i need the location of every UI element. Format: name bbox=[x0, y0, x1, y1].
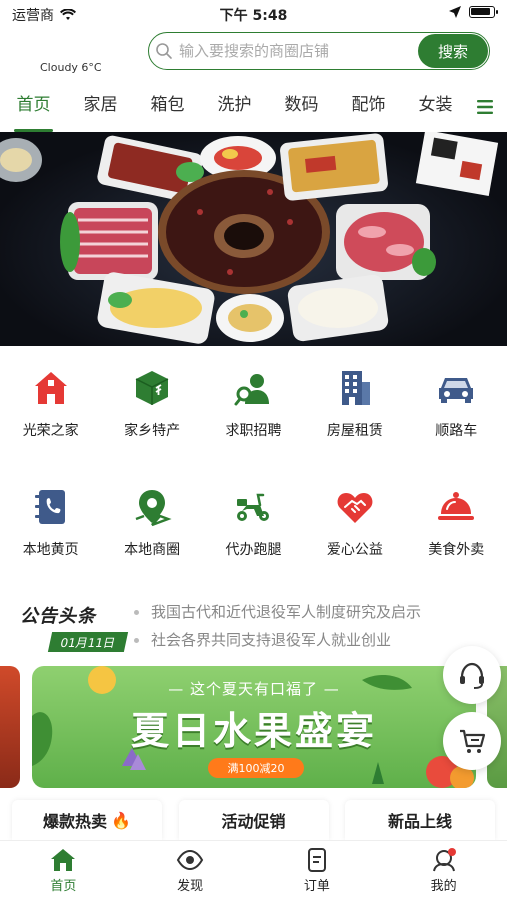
map-pin-icon bbox=[130, 485, 174, 529]
nav-label: 首页 bbox=[50, 878, 77, 894]
more-categories-icon[interactable] bbox=[463, 82, 507, 132]
service-label: 房屋租赁 bbox=[326, 423, 383, 439]
headset-icon bbox=[460, 662, 484, 689]
tab-home-furnishing[interactable]: 家居 bbox=[67, 82, 134, 132]
nav-orders[interactable]: 订单 bbox=[254, 841, 381, 900]
service-charity[interactable]: 爱心公益 bbox=[304, 485, 405, 559]
battery-icon bbox=[469, 6, 498, 18]
clock: 下午 5:48 bbox=[219, 8, 288, 24]
service-local-business[interactable]: 本地商圈 bbox=[101, 485, 202, 559]
service-label: 求职招聘 bbox=[225, 423, 282, 439]
scooter-icon bbox=[231, 485, 275, 529]
bottom-nav: 首页 发现 订单 我的 bbox=[0, 840, 507, 900]
order-icon bbox=[307, 847, 326, 872]
shopping-cart-icon bbox=[460, 729, 486, 753]
search-bar[interactable]: 搜索 bbox=[148, 32, 490, 70]
user-icon bbox=[432, 847, 456, 871]
service-house-rental[interactable]: 房屋租赁 bbox=[304, 366, 405, 440]
nav-home[interactable]: 首页 bbox=[0, 841, 127, 900]
status-right bbox=[449, 6, 498, 18]
status-bar: 运营商 下午 5:48 bbox=[0, 0, 507, 28]
promo-prev-slide[interactable] bbox=[0, 666, 20, 788]
section-promotions[interactable]: 活动促销 bbox=[178, 800, 329, 840]
car-icon bbox=[434, 366, 478, 410]
services-row-2: 本地黄页 本地商圈 代办跑腿 爱心公益 美食外卖 bbox=[0, 485, 507, 559]
hero-banner[interactable] bbox=[0, 132, 507, 346]
tab-home[interactable]: 首页 bbox=[0, 82, 67, 132]
section-label: 新品上线 bbox=[387, 812, 452, 831]
package-icon bbox=[130, 366, 174, 410]
notice-title: 公告头条 bbox=[20, 606, 96, 627]
building-icon bbox=[333, 366, 377, 410]
search-icon bbox=[149, 42, 179, 60]
eye-icon bbox=[176, 849, 204, 870]
bullet-icon bbox=[134, 637, 139, 643]
nav-label: 订单 bbox=[303, 878, 330, 894]
notice-item[interactable]: 社会各界共同支持退役军人就业创业 bbox=[134, 626, 421, 654]
location-arrow-icon bbox=[449, 6, 461, 18]
category-tabs: 首页 家居 箱包 洗护 数码 配饰 女装 bbox=[0, 82, 507, 132]
promo-banner[interactable]: — 这个夏天有口福了 — 夏日水果盛宴 满100减20 bbox=[32, 666, 476, 788]
service-errands[interactable]: 代办跑腿 bbox=[203, 485, 304, 559]
tab-accessories[interactable]: 配饰 bbox=[335, 82, 402, 132]
service-honor-home[interactable]: 光荣之家 bbox=[0, 366, 101, 440]
service-job-recruitment[interactable]: 求职招聘 bbox=[203, 366, 304, 440]
fire-icon: 🔥 bbox=[111, 810, 131, 830]
section-hot-sale[interactable]: 爆款热卖 🔥 bbox=[12, 800, 162, 840]
bullet-icon bbox=[134, 609, 139, 615]
service-label: 光荣之家 bbox=[22, 423, 79, 439]
notice-list: 我国古代和近代退役军人制度研究及启示 社会各界共同支持退役军人就业创业 bbox=[134, 598, 421, 654]
promo-subtitle: — 这个夏天有口福了 — bbox=[168, 680, 340, 698]
service-label: 代办跑腿 bbox=[225, 542, 282, 558]
notice-item-text: 我国古代和近代退役军人制度研究及启示 bbox=[151, 603, 422, 621]
service-label: 美食外卖 bbox=[428, 542, 485, 558]
service-label: 家乡特产 bbox=[124, 423, 181, 439]
notice-item-text: 社会各界共同支持退役军人就业创业 bbox=[151, 631, 392, 649]
service-label: 本地黄页 bbox=[22, 542, 79, 558]
search-input[interactable] bbox=[179, 42, 418, 60]
nav-discover[interactable]: 发现 bbox=[127, 841, 254, 900]
service-ride-share[interactable]: 顺路车 bbox=[406, 366, 507, 440]
nav-label: 我的 bbox=[430, 878, 457, 894]
notice-item[interactable]: 我国古代和近代退役军人制度研究及启示 bbox=[134, 598, 421, 626]
section-label: 活动促销 bbox=[221, 812, 286, 831]
weather-label: Cloudy 6°C bbox=[40, 61, 102, 74]
notice-headlines[interactable]: 公告头条 01月11日 我国古代和近代退役军人制度研究及启示 社会各界共同支持退… bbox=[0, 592, 507, 658]
customer-service-button[interactable] bbox=[443, 646, 501, 704]
contacts-book-icon bbox=[29, 485, 73, 529]
hotpot-banner-image bbox=[0, 132, 499, 344]
service-label: 本地商圈 bbox=[124, 542, 181, 558]
service-yellow-pages[interactable]: 本地黄页 bbox=[0, 485, 101, 559]
food-cloche-icon bbox=[434, 485, 478, 529]
service-food-delivery[interactable]: 美食外卖 bbox=[406, 485, 507, 559]
job-search-icon bbox=[231, 366, 275, 410]
promo-title: 夏日水果盛宴 bbox=[130, 709, 377, 753]
notice-brand: 公告头条 01月11日 bbox=[16, 596, 129, 652]
heart-handshake-icon bbox=[333, 485, 377, 529]
service-hometown-specialty[interactable]: 家乡特产 bbox=[101, 366, 202, 440]
tab-womens-clothing[interactable]: 女装 bbox=[402, 82, 469, 132]
service-label: 顺路车 bbox=[435, 423, 478, 439]
nav-profile[interactable]: 我的 bbox=[380, 841, 507, 900]
service-label: 爱心公益 bbox=[326, 542, 383, 558]
notice-date: 01月11日 bbox=[47, 632, 129, 652]
tab-digital[interactable]: 数码 bbox=[268, 82, 335, 132]
home-icon bbox=[51, 848, 76, 871]
nav-label: 发现 bbox=[177, 878, 204, 894]
tab-care[interactable]: 洗护 bbox=[201, 82, 268, 132]
section-new-arrivals[interactable]: 新品上线 bbox=[345, 800, 495, 840]
services-row-1: 光荣之家 家乡特产 求职招聘 房屋租赁 顺路车 bbox=[0, 366, 507, 440]
promo-discount-tag: 满100减20 bbox=[208, 758, 304, 778]
section-tabs: 爆款热卖 🔥 活动促销 新品上线 bbox=[12, 800, 495, 840]
cart-button[interactable] bbox=[443, 712, 501, 770]
section-label: 爆款热卖 bbox=[43, 812, 108, 831]
tab-bags[interactable]: 箱包 bbox=[134, 82, 201, 132]
home-icon bbox=[29, 366, 73, 410]
search-button[interactable]: 搜索 bbox=[418, 34, 488, 68]
